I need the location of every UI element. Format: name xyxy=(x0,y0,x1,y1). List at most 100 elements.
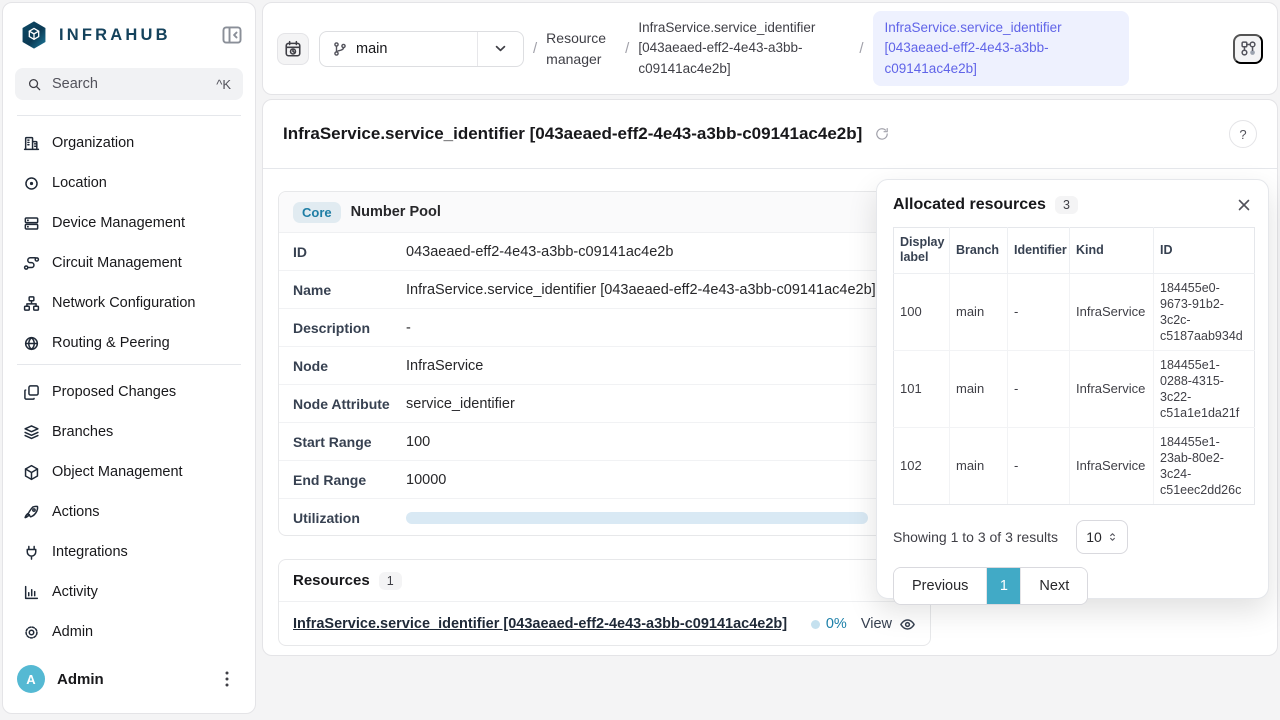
resources-card: Resources 1 InfraService.service_identif… xyxy=(278,559,931,646)
field-row-node-attribute: Node Attributeservice_identifier xyxy=(279,385,930,423)
table-cell-kind: InfraService xyxy=(1070,427,1154,504)
table-cell-identifier: - xyxy=(1008,273,1070,350)
sidebar-item-location[interactable]: Location xyxy=(15,163,245,203)
rocket-icon xyxy=(23,504,40,521)
branch-dropdown-toggle[interactable] xyxy=(477,32,523,66)
previous-page-button[interactable]: Previous xyxy=(894,568,987,604)
utilization-percent: 0% xyxy=(826,616,847,632)
sidebar: INFRAHUB Search ^K Organization LocationD… xyxy=(2,2,256,714)
column-header-identifier: Identifier xyxy=(1008,228,1070,274)
refresh-icon[interactable] xyxy=(874,126,890,142)
sidebar-item-label: Organization xyxy=(52,135,134,151)
git-branch-icon xyxy=(332,41,348,57)
diff-icon xyxy=(23,384,40,401)
breadcrumb-separator: / xyxy=(859,40,863,57)
eye-icon[interactable] xyxy=(899,616,916,633)
field-row-end-range: End Range10000 xyxy=(279,461,930,499)
sidebar-item-object-management[interactable]: Object Management xyxy=(15,452,245,492)
sidebar-item-label: Object Management xyxy=(52,464,183,480)
page-title: InfraService.service_identifier [043aeae… xyxy=(283,124,862,144)
search-input[interactable]: Search ^K xyxy=(15,68,243,100)
view-button[interactable]: View xyxy=(861,616,892,632)
breadcrumb-resource-manager[interactable]: Resource manager xyxy=(546,28,616,70)
sidebar-item-branches[interactable]: Branches xyxy=(15,412,245,452)
field-row-name: NameInfraService.service_identifier [043… xyxy=(279,271,930,309)
utilization-dot-icon xyxy=(811,620,820,629)
table-cell-identifier: - xyxy=(1008,350,1070,427)
resources-card-header: Resources 1 xyxy=(279,560,930,602)
field-row-start-range: Start Range100 xyxy=(279,423,930,461)
sidebar-item-actions[interactable]: Actions xyxy=(15,492,245,532)
pagination: Previous 1 Next xyxy=(893,567,1088,605)
field-label: Node xyxy=(293,358,406,374)
field-value: 100 xyxy=(406,434,930,450)
column-header-display-label: Display label xyxy=(894,228,950,274)
sidebar-divider xyxy=(17,364,241,365)
collapse-sidebar-icon[interactable] xyxy=(221,24,243,46)
page-header: InfraService.service_identifier [043aeae… xyxy=(263,100,1277,169)
server-icon xyxy=(23,215,40,232)
number-pool-card-header: Core Number Pool xyxy=(279,192,930,233)
sidebar-item-label: Actions xyxy=(52,504,100,520)
search-placeholder: Search xyxy=(52,76,98,92)
field-label: Description xyxy=(293,320,406,336)
location-icon xyxy=(23,175,40,192)
table-row[interactable]: 101main-InfraService184455e1-0288-4315-3… xyxy=(894,350,1255,427)
app-name: INFRAHUB xyxy=(59,26,171,45)
next-page-button[interactable]: Next xyxy=(1021,568,1087,604)
page-size-select[interactable]: 10 xyxy=(1076,520,1128,554)
content-area: Core Number Pool ID043aeaed-eff2-4e43-a3… xyxy=(263,169,1277,656)
globe-icon xyxy=(23,335,40,352)
table-row[interactable]: 102main-InfraService184455e1-23ab-80e2-3… xyxy=(894,427,1255,504)
table-cell-display-label: 100 xyxy=(894,273,950,350)
table-cell-id: 184455e1-0288-4315-3c22-c51a1e1da21f xyxy=(1154,350,1255,427)
table-cell-branch: main xyxy=(950,273,1008,350)
sidebar-item-label: Network Configuration xyxy=(52,295,195,311)
sidebar-item-admin[interactable]: Admin xyxy=(15,612,245,652)
help-button[interactable]: ? xyxy=(1229,120,1257,148)
sidebar-item-network-configuration[interactable]: Network Configuration xyxy=(15,283,245,323)
core-badge: Core xyxy=(293,202,341,223)
sidebar-item-organization[interactable]: Organization xyxy=(15,123,245,163)
date-picker-button[interactable] xyxy=(277,33,309,65)
sidebar-item-label: Admin xyxy=(52,624,93,640)
resource-link[interactable]: InfraService.service_identifier [043aeae… xyxy=(293,616,787,632)
breadcrumb-separator: / xyxy=(533,40,537,57)
sidebar-item-routing-peering[interactable]: Routing & Peering xyxy=(15,323,245,361)
close-icon[interactable] xyxy=(1236,197,1252,213)
plug-icon xyxy=(23,544,40,561)
table-cell-id: 184455e0-9673-91b2-3c2c-c5187aab934d xyxy=(1154,273,1255,350)
user-menu[interactable]: A Admin xyxy=(17,657,245,701)
table-cell-identifier: - xyxy=(1008,427,1070,504)
column-header-kind: Kind xyxy=(1070,228,1154,274)
breadcrumb-pool[interactable]: InfraService.service_identifier [043aeae… xyxy=(638,18,850,79)
field-label: Utilization xyxy=(293,510,406,526)
page-size-value: 10 xyxy=(1086,529,1102,545)
sidebar-item-integrations[interactable]: Integrations xyxy=(15,532,245,572)
avatar: A xyxy=(17,665,45,693)
breadcrumb-current[interactable]: InfraService.service_identifier [043aeae… xyxy=(873,11,1129,86)
building-icon xyxy=(23,135,40,152)
kebab-menu-icon[interactable] xyxy=(217,669,237,689)
field-row-node: NodeInfraService xyxy=(279,347,930,385)
sidebar-item-proposed-changes[interactable]: Proposed Changes xyxy=(15,372,245,412)
sidebar-item-device-management[interactable]: Device Management xyxy=(15,203,245,243)
search-shortcut: ^K xyxy=(216,77,231,92)
utilization-progress-bar xyxy=(406,512,868,524)
field-row-description: Description- xyxy=(279,309,930,347)
resource-list-item: InfraService.service_identifier [043aeae… xyxy=(279,602,930,646)
stepper-icon xyxy=(1107,530,1118,544)
table-row[interactable]: 100main-InfraService184455e0-9673-91b2-3… xyxy=(894,273,1255,350)
cube-icon xyxy=(23,464,40,481)
field-row-id: ID043aeaed-eff2-4e43-a3bb-c09141ac4e2b xyxy=(279,233,930,271)
sidebar-item-activity[interactable]: Activity xyxy=(15,572,245,612)
logo-row: INFRAHUB xyxy=(19,18,243,52)
sidebar-divider xyxy=(17,115,241,116)
schema-icon xyxy=(1240,40,1257,57)
schema-visualizer-button[interactable] xyxy=(1233,34,1263,64)
branch-selector[interactable]: main xyxy=(319,31,524,67)
sidebar-item-circuit-management[interactable]: Circuit Management xyxy=(15,243,245,283)
page-1-button[interactable]: 1 xyxy=(987,568,1021,604)
resource-utilization: 0% View xyxy=(811,616,916,633)
sidebar-item-label: Proposed Changes xyxy=(52,384,176,400)
